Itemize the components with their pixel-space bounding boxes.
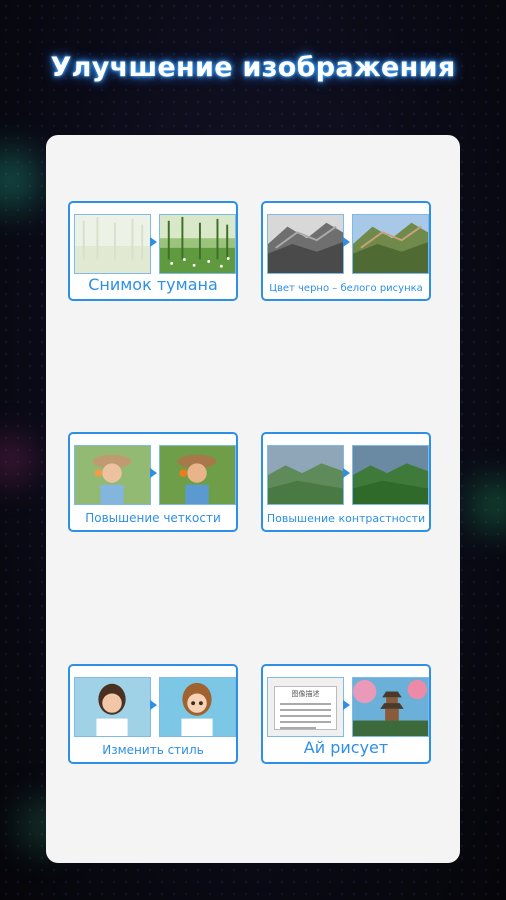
page-title: Улучшение изображения bbox=[50, 52, 456, 83]
ai-draw-card[interactable]: 图像描述 Ай рисует bbox=[261, 664, 431, 764]
after-image bbox=[352, 677, 429, 737]
arrow-right-icon bbox=[343, 237, 350, 247]
after-image bbox=[159, 445, 236, 505]
after-image bbox=[159, 677, 236, 737]
card-label: Изменить стиль bbox=[102, 743, 204, 757]
before-image bbox=[74, 677, 151, 737]
card-label: Повышение четкости bbox=[85, 511, 221, 525]
card-label: Цвет черно – белого рисунка bbox=[269, 283, 423, 294]
before-image bbox=[267, 445, 344, 505]
colorize-card[interactable]: Цвет черно – белого рисунка bbox=[261, 201, 431, 301]
sharpen-card[interactable]: Повышение четкости bbox=[68, 432, 238, 532]
before-image bbox=[74, 445, 151, 505]
arrow-right-icon bbox=[343, 700, 350, 710]
prompt-title: 图像描述 bbox=[291, 690, 320, 698]
feature-panel: Снимок тумана Цвет черно – белого рисунк… bbox=[46, 135, 460, 863]
card-label: Снимок тумана bbox=[88, 275, 218, 294]
defog-card[interactable]: Снимок тумана bbox=[68, 201, 238, 301]
after-image bbox=[352, 214, 429, 274]
arrow-right-icon bbox=[150, 237, 157, 247]
card-label: Ай рисует bbox=[303, 738, 389, 757]
prompt-text-image: 图像描述 bbox=[267, 677, 344, 737]
after-image bbox=[159, 214, 236, 274]
prompt-document: 图像描述 bbox=[274, 686, 337, 730]
before-image bbox=[267, 214, 344, 274]
before-image bbox=[74, 214, 151, 274]
after-image bbox=[352, 445, 429, 505]
style-change-card[interactable]: Изменить стиль bbox=[68, 664, 238, 764]
arrow-right-icon bbox=[150, 468, 157, 478]
arrow-right-icon bbox=[343, 468, 350, 478]
arrow-right-icon bbox=[150, 700, 157, 710]
card-label: Повышение контрастности bbox=[266, 512, 426, 525]
contrast-card[interactable]: Повышение контрастности bbox=[261, 432, 431, 532]
